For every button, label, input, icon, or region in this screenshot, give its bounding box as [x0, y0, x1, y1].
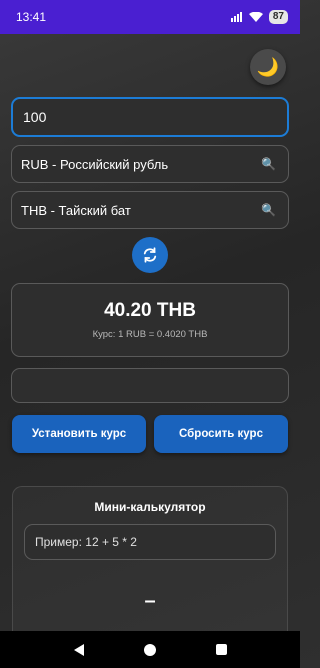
- conversion-result: 40.20 THB: [104, 300, 196, 321]
- back-icon[interactable]: [73, 643, 84, 656]
- recents-icon[interactable]: [215, 644, 227, 655]
- exchange-rate: Курс: 1 RUB = 0.4020 THB: [92, 329, 208, 340]
- custom-rate-input[interactable]: [11, 368, 289, 403]
- to-currency-select[interactable]: THB - Тайский бат 🔍: [11, 191, 289, 229]
- status-icons: 87: [230, 10, 288, 24]
- theme-toggle-button[interactable]: 🌙: [250, 49, 286, 85]
- moon-icon: 🌙: [256, 56, 280, 77]
- navigation-bar: [0, 631, 300, 668]
- to-currency-label: THB - Тайский бат: [21, 202, 131, 218]
- home-icon[interactable]: [143, 643, 156, 656]
- swap-currencies-button[interactable]: [132, 237, 168, 273]
- status-time: 13:41: [16, 10, 47, 24]
- result-card: 40.20 THB Курс: 1 RUB = 0.4020 THB: [11, 283, 289, 357]
- reset-rate-button[interactable]: Сбросить курс: [154, 415, 288, 453]
- status-bar: 13:41 87: [0, 0, 300, 34]
- swap-arrows-icon: [143, 247, 157, 263]
- wifi-icon: [248, 12, 263, 22]
- mini-calculator: Мини-калькулятор Пример: 12 + 5 * 2 –: [12, 486, 288, 631]
- amount-value: 100: [23, 109, 47, 125]
- battery-indicator: 87: [268, 10, 288, 24]
- calculator-placeholder: Пример: 12 + 5 * 2: [35, 535, 137, 549]
- signal-icon: [230, 12, 242, 22]
- from-currency-label: RUB - Российский рубль: [21, 156, 169, 172]
- set-rate-button[interactable]: Установить курс: [12, 415, 146, 453]
- calculator-result: –: [144, 590, 156, 612]
- amount-input[interactable]: 100: [11, 97, 289, 137]
- mini-calculator-title: Мини-калькулятор: [94, 500, 206, 514]
- search-icon: 🔍: [261, 157, 276, 171]
- calculator-input[interactable]: Пример: 12 + 5 * 2: [24, 524, 276, 560]
- search-icon: 🔍: [261, 203, 276, 217]
- from-currency-select[interactable]: RUB - Российский рубль 🔍: [11, 145, 289, 183]
